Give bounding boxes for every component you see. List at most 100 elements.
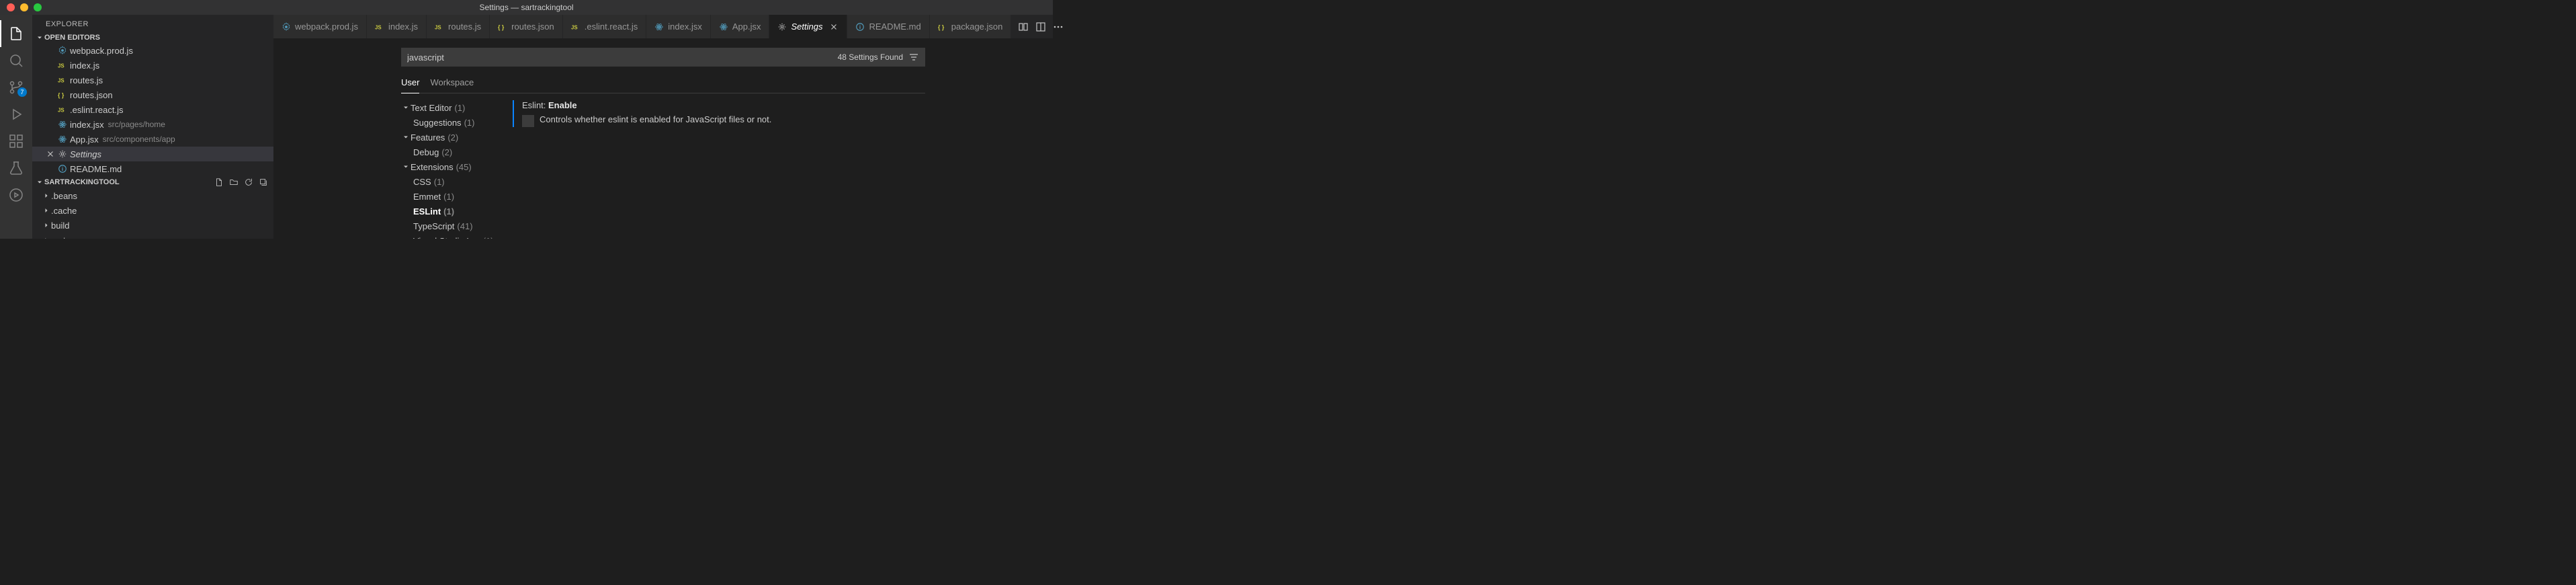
split-editor-icon[interactable] [1035, 22, 1046, 32]
open-editor-item[interactable]: index.jsxsrc/pages/home [32, 117, 273, 132]
tab-actions [1011, 15, 1070, 38]
chevron-right-icon [42, 236, 51, 239]
folder-item[interactable]: cert [32, 233, 273, 239]
toc-emmet[interactable]: Emmet (1) [401, 189, 501, 204]
editor-tab[interactable]: webpack.prod.js [273, 15, 367, 38]
open-editor-item[interactable]: README.md [32, 161, 273, 176]
file-name: webpack.prod.js [70, 46, 133, 56]
editor-tab[interactable]: App.jsx [711, 15, 770, 38]
new-file-icon[interactable] [214, 178, 224, 187]
file-name: Settings [70, 149, 101, 159]
activity-debug[interactable] [0, 101, 32, 128]
settings-editor: 48 Settings Found User Workspace Text Ed… [273, 38, 1053, 239]
open-editor-item[interactable]: Settings [32, 147, 273, 161]
editor-tab[interactable]: { }routes.json [490, 15, 563, 38]
new-folder-icon[interactable] [229, 178, 239, 187]
more-icon[interactable] [1053, 22, 1064, 32]
activity-source-control[interactable]: 7 [0, 74, 32, 101]
file-icon: JS [58, 105, 70, 114]
open-editor-item[interactable]: JS.eslint.react.js [32, 102, 273, 117]
editor-tab[interactable]: { }package.json [930, 15, 1012, 38]
file-icon [654, 22, 664, 32]
project-header[interactable]: SARTRACKINGTOOL [32, 176, 273, 188]
file-icon: { } [938, 22, 947, 32]
file-name: index.js [70, 61, 99, 71]
chevron-down-icon [35, 178, 44, 186]
setting-checkbox[interactable] [522, 115, 534, 127]
svg-text:JS: JS [58, 78, 65, 84]
editor-tab[interactable]: JS routes.js [427, 15, 490, 38]
activity-explorer[interactable] [0, 20, 32, 47]
compare-icon[interactable] [1018, 22, 1029, 32]
setting-description: Controls whether eslint is enabled for J… [540, 114, 771, 124]
open-editors-header[interactable]: OPEN EDITORS [32, 32, 273, 43]
window-minimize-button[interactable] [20, 3, 28, 11]
editor-tab[interactable]: README.md [847, 15, 929, 38]
settings-scope-tabs: User Workspace [401, 73, 925, 93]
window-fullscreen-button[interactable] [34, 3, 42, 11]
refresh-icon[interactable] [244, 178, 253, 187]
file-name: App.jsx [70, 134, 99, 145]
folder-item[interactable]: .beans [32, 188, 273, 203]
sidebar: EXPLORER OPEN EDITORS webpack.prod.jsJSi… [32, 15, 273, 239]
open-editor-item[interactable]: JSindex.js [32, 58, 273, 73]
folder-item[interactable]: .cache [32, 203, 273, 218]
activity-other[interactable] [0, 182, 32, 208]
toc-label: Suggestions [413, 118, 462, 128]
open-editors-label: OPEN EDITORS [44, 34, 100, 42]
source-control-badge: 7 [17, 87, 27, 97]
toc-text-editor[interactable]: Text Editor (1) [401, 100, 501, 115]
open-editor-item[interactable]: JS routes.js [32, 73, 273, 87]
toc-count: (1) [443, 192, 454, 202]
folder-item[interactable]: build [32, 218, 273, 233]
sidebar-title: EXPLORER [32, 15, 273, 32]
activity-test[interactable] [0, 155, 32, 182]
toc-typescript[interactable]: TypeScript (41) [401, 219, 501, 233]
toc-count: (1) [464, 118, 475, 128]
file-name: routes.js [70, 75, 103, 85]
toc-extensions[interactable]: Extensions (45) [401, 159, 501, 174]
toc-count: (1) [434, 177, 445, 187]
toc-css[interactable]: CSS (1) [401, 174, 501, 189]
open-editor-item[interactable]: webpack.prod.js [32, 43, 273, 58]
file-icon: JS [58, 61, 70, 70]
scope-workspace-tab[interactable]: Workspace [430, 73, 474, 93]
editor-tab[interactable]: JSindex.js [367, 15, 427, 38]
toc-eslint[interactable]: ESLint (1) [401, 204, 501, 219]
toc-label: Visual Studio I... [413, 236, 476, 239]
tab-label: routes.js [448, 22, 481, 32]
activity-search[interactable] [0, 47, 32, 74]
open-editor-item[interactable]: App.jsxsrc/components/app [32, 132, 273, 147]
activity-extensions[interactable] [0, 128, 32, 155]
file-icon [58, 164, 70, 173]
filter-icon[interactable] [908, 52, 919, 63]
toc-debug[interactable]: Debug (2) [401, 145, 501, 159]
editor-tab[interactable]: index.jsx [646, 15, 711, 38]
close-icon[interactable] [46, 149, 56, 159]
toc-vsi[interactable]: Visual Studio I... (1) [401, 233, 501, 239]
file-icon [58, 46, 70, 55]
toc-suggestions[interactable]: Suggestions (1) [401, 115, 501, 130]
editor-tab[interactable]: JS.eslint.react.js [563, 15, 646, 38]
settings-detail: Eslint: Enable Controls whether eslint i… [501, 100, 925, 239]
file-icon [58, 134, 70, 144]
open-editor-item[interactable]: { }routes.json [32, 87, 273, 102]
settings-toc: Text Editor (1) Suggestions (1) Features… [401, 100, 501, 239]
toc-label: Extensions [411, 162, 454, 172]
chevron-down-icon [35, 34, 44, 42]
folder-name: cert [51, 235, 66, 239]
play-icon [8, 106, 24, 122]
window-close-button[interactable] [7, 3, 15, 11]
toc-features[interactable]: Features (2) [401, 130, 501, 145]
collapse-all-icon[interactable] [259, 178, 268, 187]
file-icon [58, 149, 70, 159]
beaker-icon [8, 160, 24, 176]
tab-label: index.jsx [668, 22, 702, 32]
editor-tab[interactable]: Settings [769, 15, 847, 38]
svg-text:JS: JS [435, 24, 441, 30]
settings-search[interactable]: 48 Settings Found [401, 48, 925, 67]
activity-bar: 7 [0, 15, 32, 239]
scope-user-tab[interactable]: User [401, 73, 419, 93]
settings-search-input[interactable] [407, 52, 838, 63]
close-icon[interactable] [829, 22, 839, 32]
